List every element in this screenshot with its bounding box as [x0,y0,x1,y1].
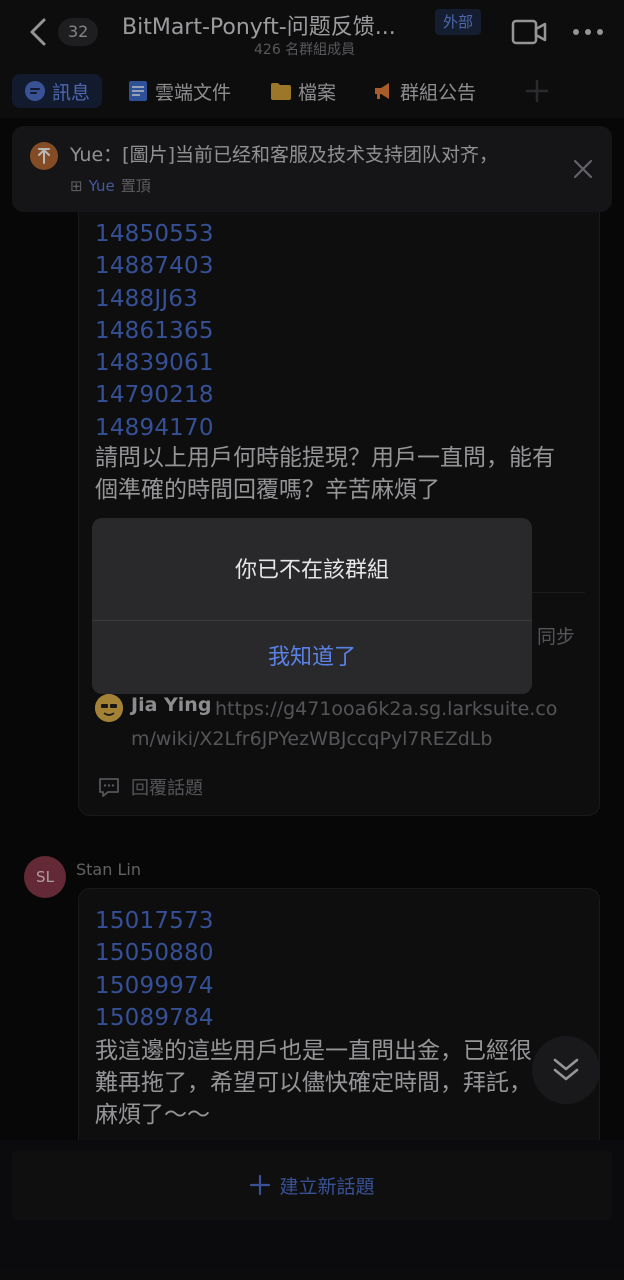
more-dots-icon [573,29,603,35]
uid-item[interactable]: 15050880 [95,937,214,969]
acknowledge-button[interactable]: 我知道了 [92,621,532,694]
tab-label: 群組公告 [400,81,477,104]
tab-messages[interactable]: 訊息 [12,74,103,108]
message-text: 請問以上用戶何時能提現？用戶一直問，能有個準確的時間回覆嗎？辛苦麻煩了 [95,445,555,503]
uid-item[interactable]: 15089784 [95,1002,214,1034]
chat-screen: 32 BitMart-Ponyft-问题反馈... 外部 426 名群組成員 訊… [0,0,624,1280]
video-camera-icon [511,19,547,45]
more-options-button[interactable] [568,16,608,48]
comment-icon [99,778,119,797]
tab-label: 雲端文件 [155,81,232,104]
uid-item[interactable]: 15017573 [95,905,214,937]
reply-topic-label: 回覆話題 [131,778,203,799]
reply-avatar [95,694,123,722]
plus-icon [250,1174,271,1196]
chat-header: 32 BitMart-Ponyft-问题反馈... 外部 426 名群組成員 [0,0,624,64]
tab-label: 訊息 [52,81,91,104]
tab-announcements[interactable]: 群組公告 [360,74,488,108]
tab-cloud-docs[interactable]: 雲端文件 [115,74,243,108]
new-topic-button[interactable]: 建立新話題 [12,1150,612,1220]
message-card: 14850553 14887403 1488JJ63 14861365 1483… [78,212,600,816]
uid-item[interactable]: 14887403 [95,250,214,282]
uid-item[interactable]: 14861365 [95,315,214,347]
alert-dialog: 你已不在該群組 我知道了 [92,518,532,694]
unread-count-badge: 32 [58,18,99,46]
uid-item[interactable]: 14839061 [95,347,214,379]
close-pinned-button[interactable] [568,154,598,184]
scroll-to-bottom-button[interactable] [532,1036,600,1104]
reply-author-name: Jia Ying [131,694,212,716]
back-button[interactable] [24,14,54,50]
pin-up-icon [30,142,58,170]
reply-topic-button[interactable]: 回覆話題 [97,774,203,800]
pinned-meta: ⊞ Yue 置頂 [70,175,151,196]
megaphone-icon [372,80,394,102]
external-tag: 外部 [435,9,482,35]
plus-icon [525,79,549,103]
pinned-status: 置頂 [120,177,151,195]
message-icon [24,80,46,102]
double-chevron-down-icon [553,1058,579,1081]
sync-label: 同步 [537,626,576,648]
dialog-message: 你已不在該群組 [234,558,389,583]
message-card: 15017573 15050880 15099974 15089784 我這邊的… [78,888,600,1140]
pinned-message-banner[interactable]: Yue：[圖片]当前已经和客服及技术支持团队对齐， ⊞ Yue 置頂 [12,126,612,212]
video-call-button[interactable] [510,16,548,48]
uid-item[interactable]: 14894170 [95,412,214,444]
chat-tabs: 訊息 雲端文件 檔案 群組公告 [0,64,624,118]
message-text: 我這邊的這些用戶也是一直問出金，已經很難再拖了，希望可以儘快確定時間，拜託，麻煩… [95,1038,532,1128]
close-icon [573,159,593,179]
sender-name: Stan Lin [76,860,141,879]
uid-list: 15017573 15050880 15099974 15089784 [95,905,214,1034]
tab-label: 檔案 [298,81,337,104]
uid-list: 14850553 14887403 1488JJ63 14861365 1483… [95,218,214,444]
add-tab-button[interactable] [522,76,552,106]
avatar[interactable]: SL [24,856,66,898]
uid-item[interactable]: 1488JJ63 [95,283,214,315]
folder-icon [270,80,292,102]
tab-files[interactable]: 檔案 [258,74,348,108]
cloud-doc-icon [127,80,149,102]
chat-title[interactable]: BitMart-Ponyft-问题反馈... [122,9,428,39]
uid-item[interactable]: 14850553 [95,218,214,250]
new-topic-label: 建立新話題 [279,1175,375,1198]
uid-item[interactable]: 15099974 [95,970,214,1002]
bottom-bar: 建立新話題 [0,1140,624,1280]
chevron-left-icon [30,18,46,46]
uid-item[interactable]: 14790218 [95,379,214,411]
member-count: 426 名群組成員 [254,42,356,58]
pinned-author: Yue [88,176,115,195]
pinned-message-text: Yue：[圖片]当前已经和客服及技术支持团队对齐， [70,144,498,166]
pin-source-icon: ⊞ [70,176,83,195]
